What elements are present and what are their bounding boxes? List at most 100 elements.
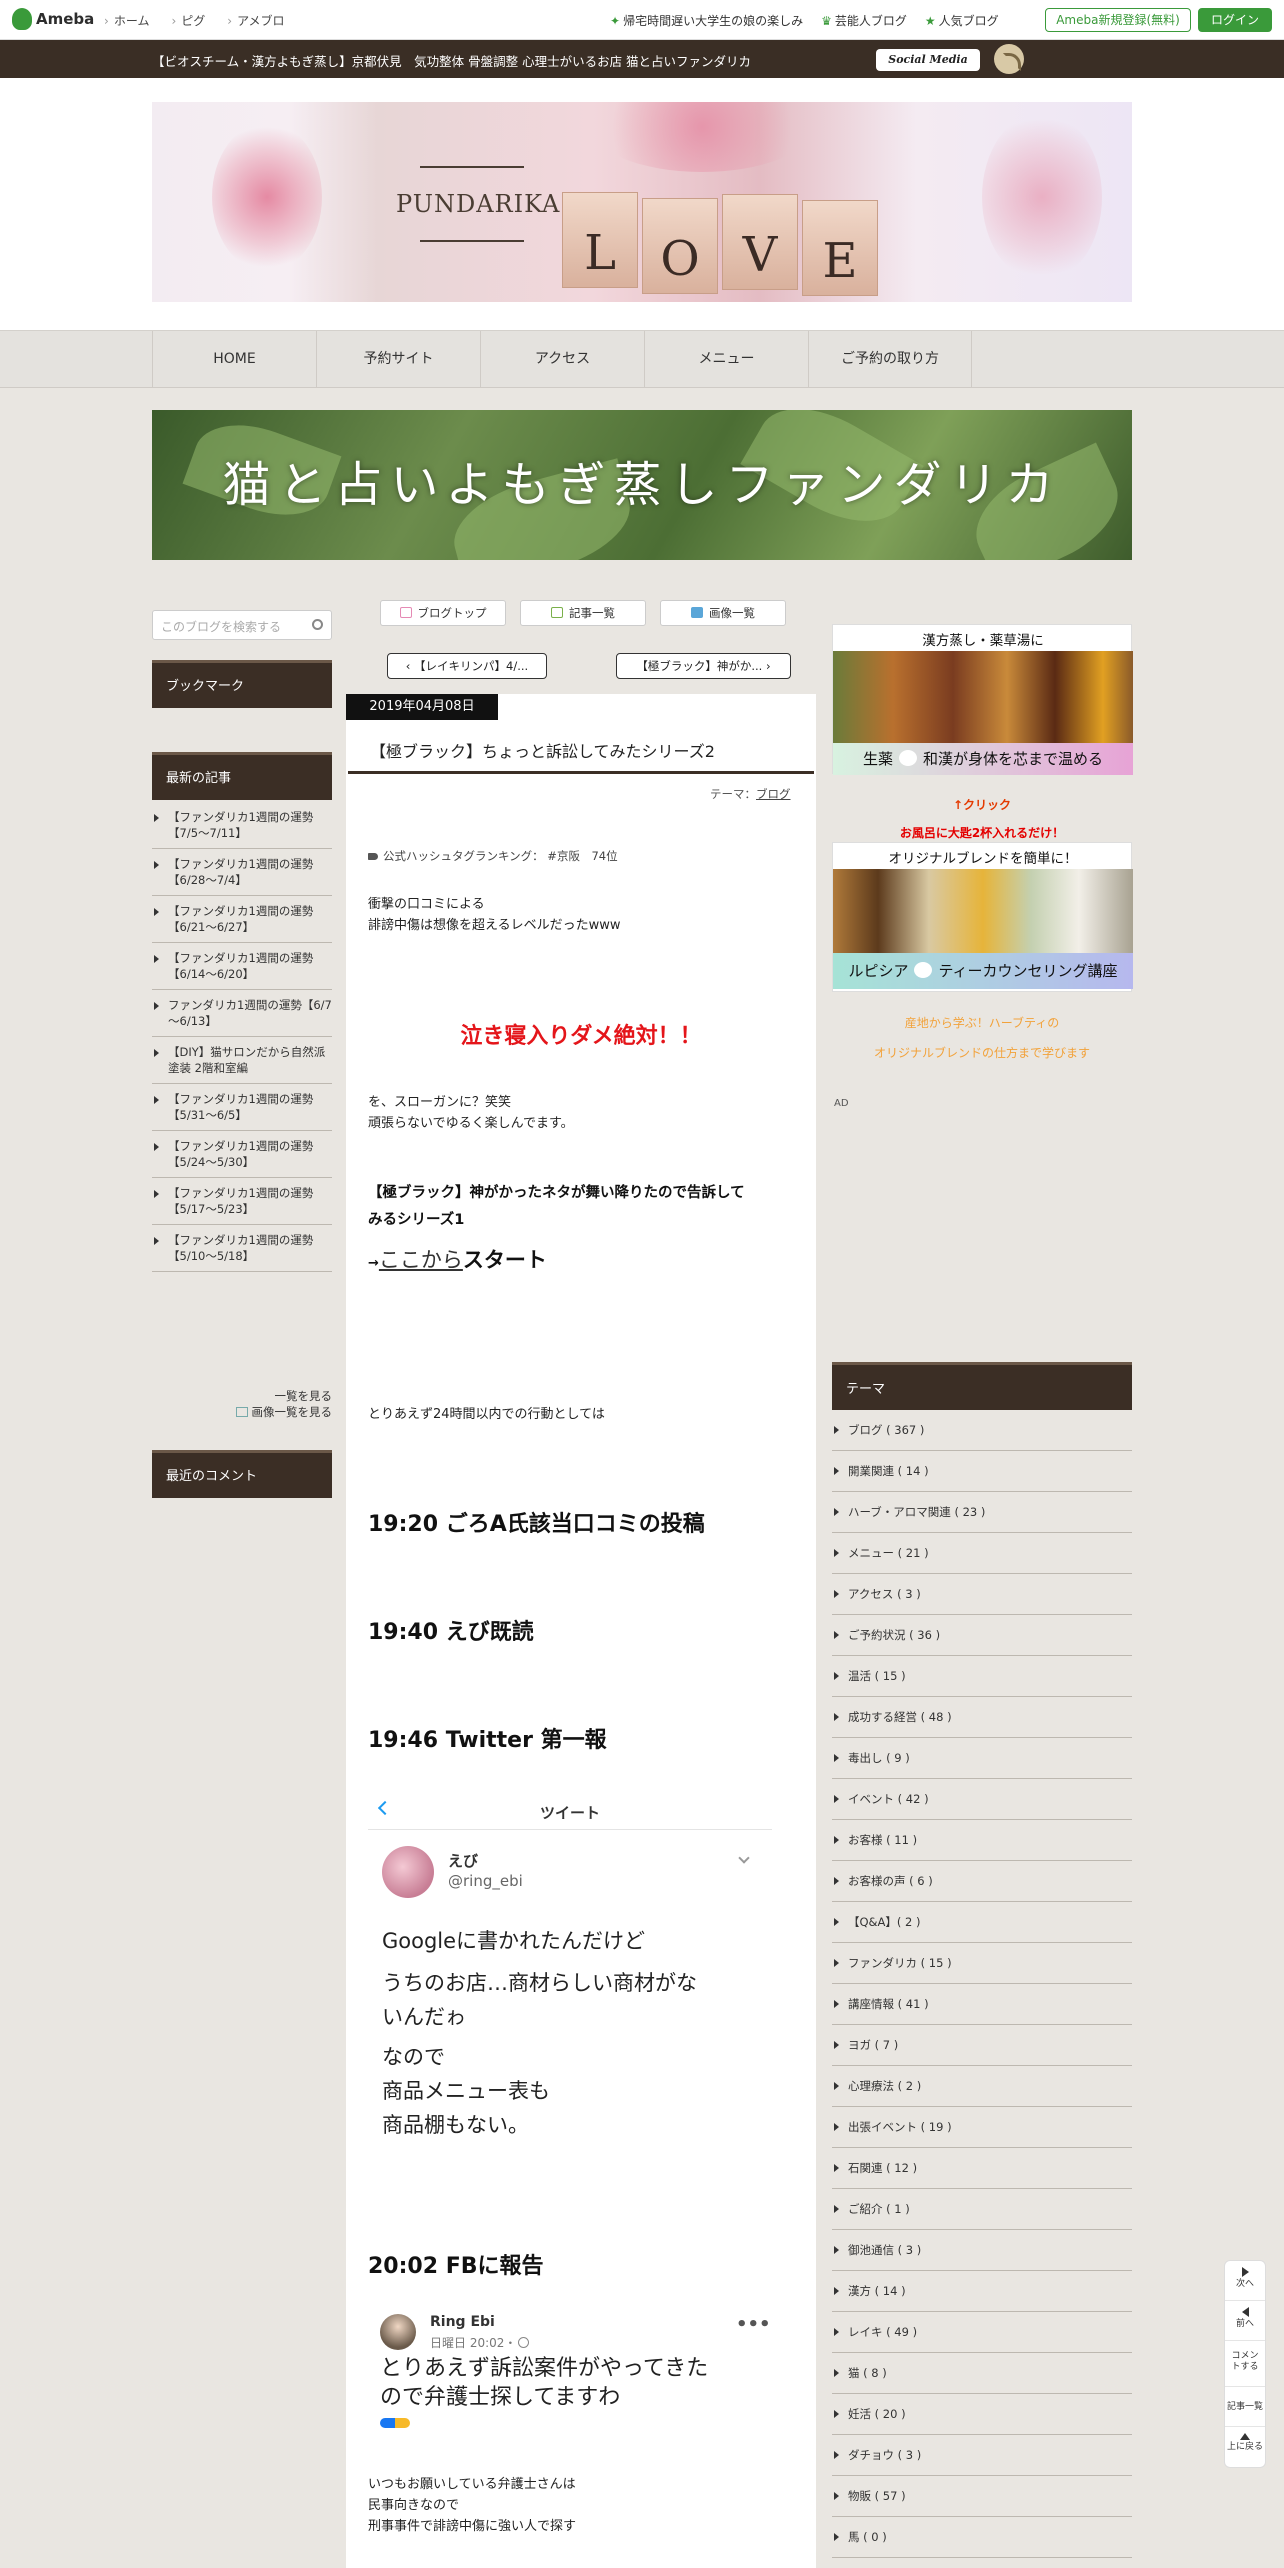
theme-item[interactable]: アクセス ( 3 ) — [832, 1574, 1132, 1615]
nav-home[interactable]: HOME — [152, 331, 316, 387]
rss-icon[interactable] — [994, 44, 1024, 74]
nav-menu[interactable]: メニュー — [644, 331, 808, 387]
tweet-line: Googleに書かれたんだけど — [382, 1929, 646, 1953]
theme-item[interactable]: 講座情報 ( 41 ) — [832, 1984, 1132, 2025]
theme-item[interactable]: 開業関連 ( 14 ) — [832, 1451, 1132, 1492]
header-image[interactable]: PUNDARIKA L O V E — [152, 102, 1132, 302]
tab-blog-top[interactable]: ブログトップ — [380, 600, 506, 626]
theme-item[interactable]: お客様 ( 11 ) — [832, 1820, 1132, 1861]
nav-access[interactable]: アクセス — [480, 331, 644, 387]
top-label: 上に戻る — [1226, 2442, 1263, 2452]
ad-title: オリジナルブレンドを簡単に！ — [888, 851, 1078, 867]
theme-item[interactable]: 成功する経営 ( 48 ) — [832, 1697, 1132, 1738]
login-button[interactable]: ログイン — [1198, 8, 1272, 32]
top-link-featured-label: 帰宅時間遅い大学生の娘の楽しみ — [623, 14, 804, 28]
theme-item[interactable]: お客様の声 ( 6 ) — [832, 1861, 1132, 1902]
theme-item[interactable]: 出張イベント ( 19 ) — [832, 2107, 1132, 2148]
recent-post-item[interactable]: 【ファンダリカ1週間の運勢【6/28～7/4】 — [152, 849, 332, 896]
recent-post-item[interactable]: 【ファンダリカ1週間の運勢【5/10～5/18】 — [152, 1225, 332, 1272]
fb-line: ので弁護士探してますわ — [380, 2385, 621, 2410]
see-images-link[interactable]: 画像一覧を見る — [152, 1404, 332, 1420]
article-paragraph: とりあえず24時間以内での行動としては — [368, 1407, 605, 1422]
theme-item[interactable]: ブログ ( 367 ) — [832, 1410, 1132, 1451]
more-options-icon[interactable]: ••• — [736, 2314, 771, 2335]
tab-article-list-label: 記事一覧 — [569, 606, 615, 620]
tab-image-list[interactable]: 画像一覧 — [660, 600, 786, 626]
prev-article-nav[interactable]: 前へ — [1225, 2301, 1265, 2341]
tweet-header: ツイート — [368, 1790, 772, 1830]
lupicia-ad-banner[interactable]: オリジナルブレンドを簡単に！ ルピシア ティーカウンセリング講座 — [832, 842, 1133, 992]
next-article-button[interactable]: 【極ブラック】神がか... › — [616, 653, 791, 679]
recent-post-item[interactable]: 【ファンダリカ1週間の運勢【6/14～6/20】 — [152, 943, 332, 990]
theme-item[interactable]: 猫 ( 8 ) — [832, 2353, 1132, 2394]
tag-icon — [368, 853, 378, 860]
top-nav-pigg[interactable]: ピグ — [171, 12, 205, 29]
recent-post-item[interactable]: 【DIY】猫サロンだから自然派塗装 2階和室編 — [152, 1037, 332, 1084]
top-link-popular[interactable]: ★ 人気ブログ — [925, 12, 999, 29]
theme-item[interactable]: ファンダリカ ( 15 ) — [832, 1943, 1132, 1984]
theme-item[interactable]: イベント ( 42 ) — [832, 1779, 1132, 1820]
theme-item[interactable]: 温活 ( 15 ) — [832, 1656, 1132, 1697]
theme-item[interactable]: 石関連 ( 12 ) — [832, 2148, 1132, 2189]
top-link-featured[interactable]: ✦ 帰宅時間遅い大学生の娘の楽しみ — [610, 12, 803, 29]
nav-how-to-book[interactable]: ご予約の取り方 — [808, 331, 972, 387]
article-date: 2019年04月08日 — [346, 694, 498, 720]
top-nav-home[interactable]: ホーム — [104, 12, 150, 29]
theme-item[interactable]: 漢方 ( 14 ) — [832, 2271, 1132, 2312]
recent-post-item[interactable]: ファンダリカ1週間の運勢【6/7～6/13】 — [152, 990, 332, 1037]
blog-banner[interactable]: 猫と占いよもぎ蒸しファンダリカ — [152, 410, 1132, 560]
theme-item[interactable]: 【Q&A】( 2 ) — [832, 1902, 1132, 1943]
ameba-logo[interactable]: Ameba — [12, 8, 94, 30]
title-divider — [348, 771, 814, 774]
facebook-screenshot[interactable]: Ring Ebi 日曜日 20:02・ ••• とりあえず訴訟案件がやってきた … — [368, 2300, 772, 2430]
comment-nav[interactable]: コメントする — [1225, 2341, 1265, 2387]
start-here-link[interactable]: ここから — [379, 1248, 463, 1272]
reaction-icons — [380, 2418, 410, 2428]
theme-item[interactable]: ご紹介 ( 1 ) — [832, 2189, 1132, 2230]
blog-description[interactable]: 【ビオスチーム・漢方よもぎ蒸し】京都伏見 気功整体 骨盤調整 心理士がいるお店 … — [152, 51, 751, 70]
theme-item[interactable]: メニュー ( 21 ) — [832, 1533, 1132, 1574]
up-arrow-icon — [1240, 2433, 1250, 2440]
recent-post-item[interactable]: 【ファンダリカ1週間の運勢【5/17～5/23】 — [152, 1178, 332, 1225]
kampo-ad-banner[interactable]: 漢方蒸し・薬草湯に 生薬 和漢が身体を芯まで温める — [832, 624, 1133, 775]
social-media-button[interactable]: Social Media — [876, 49, 980, 71]
search-icon[interactable] — [312, 619, 323, 630]
register-button[interactable]: Ameba新規登録(無料) — [1045, 8, 1191, 32]
hashtag-ranking[interactable]: 公式ハッシュタグランキング： #京阪 74位 — [368, 848, 618, 864]
star-icon: ✦ — [610, 14, 621, 28]
prev-article-button[interactable]: ‹ 【レイキリンパ】4/... — [387, 653, 547, 679]
tweet-screenshot[interactable]: ツイート えび @ring_ebi Googleに書かれたんだけど うちのお店…… — [368, 1790, 772, 2138]
recent-post-item[interactable]: 【ファンダリカ1週間の運勢【7/5～7/11】 — [152, 802, 332, 849]
recent-post-item[interactable]: 【ファンダリカ1週間の運勢【5/31～6/5】 — [152, 1084, 332, 1131]
theme-item[interactable]: 御池通信 ( 3 ) — [832, 2230, 1132, 2271]
recent-post-item[interactable]: 【ファンダリカ1週間の運勢【5/24～5/30】 — [152, 1131, 332, 1178]
love-cube: E — [802, 200, 878, 296]
fb-time: 日曜日 20:02・ — [430, 2334, 530, 2351]
blog-tabs: ブログトップ 記事一覧 画像一覧 — [380, 600, 786, 626]
theme-item[interactable]: ハーブ・アロマ関連 ( 23 ) — [832, 1492, 1132, 1533]
blog-search-input[interactable]: このブログを検索する — [152, 610, 332, 640]
see-all-posts-link[interactable]: 一覧を見る — [152, 1388, 333, 1404]
theme-item[interactable]: 馬 ( 0 ) — [832, 2517, 1132, 2558]
top-nav-ameblo[interactable]: アメブロ — [227, 12, 284, 29]
theme-item[interactable]: ご予約状況 ( 36 ) — [832, 1615, 1132, 1656]
theme-item[interactable]: レイキ ( 49 ) — [832, 2312, 1132, 2353]
nav-reservation-site[interactable]: 予約サイト — [316, 331, 480, 387]
theme-item[interactable]: ダチョウ ( 3 ) — [832, 2435, 1132, 2476]
theme-link[interactable]: ブログ — [756, 787, 791, 801]
theme-item[interactable]: 毒出し ( 9 ) — [832, 1738, 1132, 1779]
tweet-header-title: ツイート — [539, 1804, 600, 1822]
recent-post-item[interactable]: 【ファンダリカ1週間の運勢【6/21～6/27】 — [152, 896, 332, 943]
top-link-celebrity[interactable]: ♛ 芸能人ブログ — [821, 12, 907, 29]
ornament-line — [420, 166, 524, 168]
theme-item[interactable]: ヨガ ( 7 ) — [832, 2025, 1132, 2066]
article-list-nav[interactable]: 記事一覧 — [1225, 2387, 1265, 2427]
tab-article-list[interactable]: 記事一覧 — [520, 600, 646, 626]
text-line: 衝撃の口コミによる — [368, 897, 485, 912]
back-to-top-nav[interactable]: 上に戻る — [1225, 2427, 1265, 2467]
text-line: いつもお願いしている弁護士さんは — [368, 2477, 576, 2492]
theme-item[interactable]: 物販 ( 57 ) — [832, 2476, 1132, 2517]
theme-item[interactable]: 心理療法 ( 2 ) — [832, 2066, 1132, 2107]
theme-item[interactable]: 妊活 ( 20 ) — [832, 2394, 1132, 2435]
next-article-nav[interactable]: 次へ — [1225, 2261, 1265, 2301]
